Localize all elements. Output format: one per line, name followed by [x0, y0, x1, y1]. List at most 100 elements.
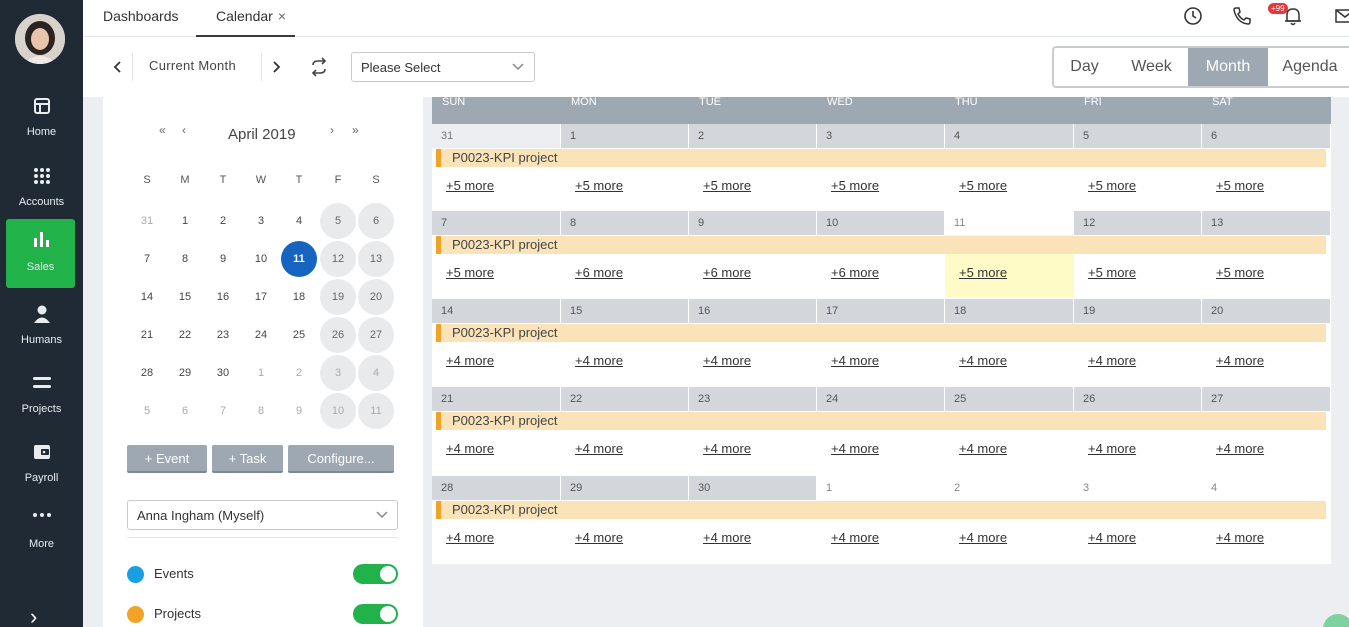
chat-bubble-icon[interactable]: [1323, 614, 1349, 627]
more-events-link[interactable]: +5 more: [1216, 265, 1264, 280]
mini-calendar-day[interactable]: 3: [243, 203, 279, 239]
mini-calendar-day[interactable]: 27: [358, 317, 394, 353]
mini-calendar-day[interactable]: 21: [129, 317, 165, 353]
day-number[interactable]: 29: [561, 476, 689, 500]
mini-calendar-day[interactable]: 3: [320, 355, 356, 391]
mini-calendar-day[interactable]: 6: [358, 203, 394, 239]
sidebar-item-humans[interactable]: Humans: [0, 296, 83, 362]
projects-toggle[interactable]: [353, 604, 398, 624]
day-number[interactable]: 31: [432, 124, 561, 148]
project-event-bar[interactable]: P0023-KPI project: [436, 149, 1326, 167]
more-events-link[interactable]: +4 more: [575, 441, 623, 456]
mini-calendar-day[interactable]: 18: [281, 279, 317, 315]
previous-month-button[interactable]: [106, 55, 130, 79]
more-events-link[interactable]: +4 more: [1088, 530, 1136, 545]
day-number[interactable]: 16: [689, 299, 817, 323]
more-events-link[interactable]: +5 more: [831, 178, 879, 193]
more-events-link[interactable]: +4 more: [831, 441, 879, 456]
day-number[interactable]: 1: [817, 476, 945, 500]
project-event-bar[interactable]: P0023-KPI project: [436, 501, 1326, 519]
day-number[interactable]: 25: [945, 387, 1074, 411]
day-number[interactable]: 2: [945, 476, 1074, 500]
more-events-link[interactable]: +5 more: [1216, 178, 1264, 193]
mini-calendar-day[interactable]: 14: [129, 279, 165, 315]
day-number[interactable]: 17: [817, 299, 945, 323]
close-tab-icon[interactable]: ×: [278, 8, 286, 24]
day-number[interactable]: 28: [432, 476, 561, 500]
day-number[interactable]: 5: [1074, 124, 1202, 148]
day-number[interactable]: 10: [817, 211, 945, 235]
current-month-button[interactable]: Current Month: [149, 58, 236, 73]
avatar[interactable]: [15, 14, 65, 64]
day-number[interactable]: 24: [817, 387, 945, 411]
mini-calendar-day[interactable]: 9: [205, 241, 241, 277]
day-number[interactable]: 8: [561, 211, 689, 235]
view-agenda-button[interactable]: Agenda: [1268, 48, 1349, 86]
mini-calendar-day[interactable]: 6: [167, 393, 203, 429]
mini-calendar-day[interactable]: 17: [243, 279, 279, 315]
project-event-bar[interactable]: P0023-KPI project: [436, 324, 1326, 342]
mini-calendar-day[interactable]: 28: [129, 355, 165, 391]
clock-icon[interactable]: [1182, 5, 1204, 27]
sidebar-item-sales[interactable]: Sales: [6, 219, 75, 288]
more-events-link[interactable]: +4 more: [831, 353, 879, 368]
mini-calendar-day[interactable]: 5: [129, 393, 165, 429]
day-number[interactable]: 3: [817, 124, 945, 148]
view-month-button[interactable]: Month: [1188, 48, 1268, 86]
previous-month-mini-button[interactable]: ‹: [182, 123, 186, 137]
sidebar-item-home[interactable]: Home: [0, 88, 83, 154]
more-events-link[interactable]: +5 more: [959, 265, 1007, 280]
more-events-link[interactable]: +6 more: [703, 265, 751, 280]
previous-year-button[interactable]: «: [159, 123, 166, 137]
more-events-link[interactable]: +4 more: [446, 441, 494, 456]
project-event-bar[interactable]: P0023-KPI project: [436, 412, 1326, 430]
events-toggle[interactable]: [353, 564, 398, 584]
more-events-link[interactable]: +5 more: [959, 178, 1007, 193]
more-events-link[interactable]: +4 more: [831, 530, 879, 545]
more-events-link[interactable]: +4 more: [1088, 353, 1136, 368]
mini-calendar-day[interactable]: 22: [167, 317, 203, 353]
more-events-link[interactable]: +4 more: [446, 353, 494, 368]
mini-calendar-day[interactable]: 12: [320, 241, 356, 277]
mini-calendar-day[interactable]: 11: [281, 241, 317, 277]
day-number[interactable]: 19: [1074, 299, 1202, 323]
more-events-link[interactable]: +5 more: [575, 178, 623, 193]
phone-icon[interactable]: [1231, 5, 1253, 27]
mini-calendar-day[interactable]: 30: [205, 355, 241, 391]
user-select[interactable]: Anna Ingham (Myself): [127, 500, 398, 530]
mini-calendar-day[interactable]: 23: [205, 317, 241, 353]
mini-calendar-day[interactable]: 2: [281, 355, 317, 391]
sidebar-item-payroll[interactable]: Payroll: [0, 434, 83, 500]
add-event-button[interactable]: + Event: [127, 445, 207, 473]
next-year-button[interactable]: »: [352, 123, 359, 137]
day-number[interactable]: 21: [432, 387, 561, 411]
view-week-button[interactable]: Week: [1115, 48, 1188, 86]
day-number[interactable]: 4: [1202, 476, 1331, 500]
day-number[interactable]: 18: [945, 299, 1074, 323]
more-events-link[interactable]: +4 more: [575, 353, 623, 368]
day-number[interactable]: 26: [1074, 387, 1202, 411]
mini-calendar-day[interactable]: 2: [205, 203, 241, 239]
more-events-link[interactable]: +4 more: [703, 441, 751, 456]
mini-calendar-day[interactable]: 15: [167, 279, 203, 315]
more-events-link[interactable]: +5 more: [703, 178, 751, 193]
day-number[interactable]: 20: [1202, 299, 1331, 323]
mini-calendar-day[interactable]: 8: [243, 393, 279, 429]
more-events-link[interactable]: +4 more: [1088, 441, 1136, 456]
more-events-link[interactable]: +6 more: [575, 265, 623, 280]
more-events-link[interactable]: +4 more: [959, 353, 1007, 368]
more-events-link[interactable]: +4 more: [1216, 441, 1264, 456]
mini-calendar-day[interactable]: 26: [320, 317, 356, 353]
more-events-link[interactable]: +6 more: [831, 265, 879, 280]
more-events-link[interactable]: +4 more: [703, 530, 751, 545]
sidebar-item-more[interactable]: More: [0, 502, 83, 568]
day-number[interactable]: 27: [1202, 387, 1331, 411]
mini-calendar-day[interactable]: 4: [281, 203, 317, 239]
day-number[interactable]: 14: [432, 299, 561, 323]
mini-calendar-day[interactable]: 10: [243, 241, 279, 277]
day-number[interactable]: 2: [689, 124, 817, 148]
add-task-button[interactable]: + Task: [212, 445, 283, 473]
mini-calendar-day[interactable]: 16: [205, 279, 241, 315]
day-number[interactable]: 7: [432, 211, 561, 235]
mini-calendar-day[interactable]: 9: [281, 393, 317, 429]
